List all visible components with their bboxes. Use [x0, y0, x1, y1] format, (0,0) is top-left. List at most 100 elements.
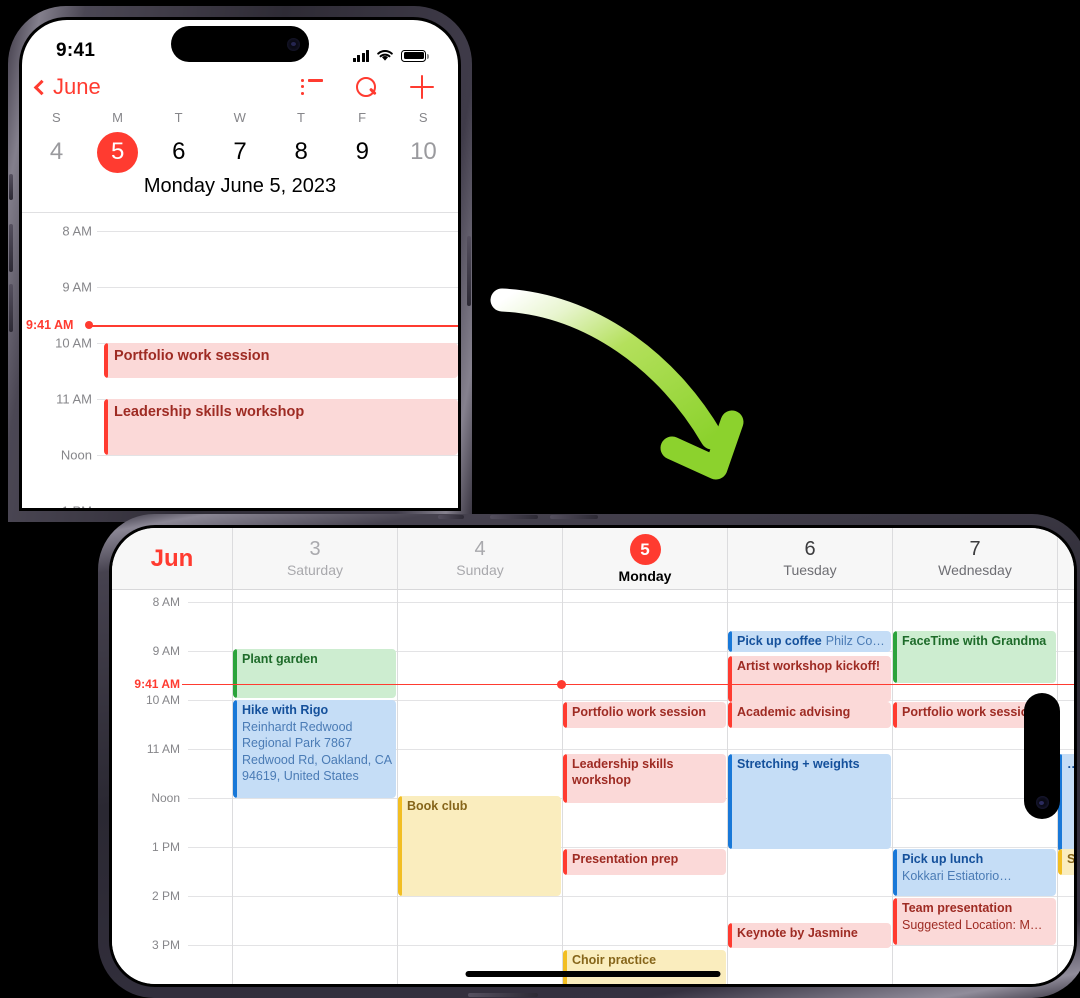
- portrait-inner-bezel: 9:41 June S 4 M 5 T 6 W 7 T 8 F 9 S 10 M…: [19, 17, 461, 511]
- week-day-6[interactable]: T6: [148, 110, 209, 173]
- plus-icon[interactable]: [410, 75, 434, 99]
- calendar-event[interactable]: Keynote by Jasmine: [728, 922, 891, 949]
- calendar-event[interactable]: Team presentation Suggested Location: M…: [893, 898, 1056, 945]
- calendar-event[interactable]: Portfolio work session: [104, 343, 458, 378]
- week-day-9[interactable]: F9: [332, 110, 393, 173]
- hour-label: 9 AM: [62, 279, 92, 295]
- day-name: Tuesday: [783, 562, 837, 578]
- event-color-bar: [728, 631, 732, 652]
- column-separator: [397, 590, 398, 984]
- landscape-week-calendar: Jun 3 Saturday 4 Sunday 5 Monday 6 Tuesday 7 Wedne…: [112, 528, 1074, 984]
- event-title: Keynote by Jasmine: [737, 925, 858, 940]
- calendar-event[interactable]: Presentation prep: [563, 849, 726, 875]
- day-column-header-6[interactable]: 6 Tuesday: [727, 528, 892, 589]
- back-to-june-button[interactable]: June: [33, 74, 101, 100]
- hour-label: 10 AM: [145, 693, 180, 707]
- event-color-bar: [728, 702, 732, 728]
- search-icon[interactable]: [356, 76, 377, 98]
- silent-switch-landscape[interactable]: [438, 515, 464, 519]
- hour-line: [188, 602, 1074, 603]
- volume-down-button-landscape[interactable]: [550, 515, 598, 519]
- week-day-number: 10: [410, 138, 437, 165]
- event-color-bar: [563, 753, 567, 803]
- calendar-event[interactable]: Choir practice: [563, 949, 726, 984]
- event-title: Leadership skills workshop: [572, 756, 674, 788]
- day-number: 6: [804, 538, 816, 560]
- curved-green-arrow: [480, 270, 800, 540]
- hour-label: Noon: [60, 447, 92, 463]
- portrait-day-grid[interactable]: 8 AM9 AM10 AM11 AMNoon1 PM2 PM3 PM4 PM5 …: [22, 213, 458, 508]
- day-number: 3: [309, 538, 321, 560]
- event-color-bar: [893, 898, 897, 945]
- calendar-event[interactable]: Academic advising: [728, 702, 891, 728]
- week-day-10[interactable]: S 10: [393, 110, 454, 173]
- event-title: Choir practice: [572, 952, 657, 967]
- calendar-event[interactable]: Book club: [398, 795, 561, 896]
- week-day-letter: S: [418, 110, 428, 125]
- side-button[interactable]: [467, 236, 471, 306]
- event-title: Plant garden: [242, 651, 318, 666]
- hour-label: 11 AM: [56, 391, 92, 407]
- event-title: Book club: [407, 798, 468, 813]
- screenshot-stage: 9:41 June S 4 M 5 T 6 W 7 T 8 F 9 S 10 M…: [0, 0, 1080, 998]
- day-column-header-4[interactable]: 4 Sunday: [397, 528, 562, 589]
- calendar-event[interactable]: …hin: [1058, 753, 1074, 852]
- week-day-number: 7: [233, 138, 247, 165]
- day-name: Sunday: [456, 562, 504, 578]
- volume-up-button-landscape[interactable]: [490, 515, 538, 519]
- event-color-bar: [728, 753, 732, 850]
- volume-down-button[interactable]: [9, 284, 13, 332]
- event-color-bar: [728, 655, 732, 703]
- month-label-cell[interactable]: Jun: [112, 528, 232, 589]
- event-color-bar: [893, 702, 897, 728]
- calendar-event[interactable]: Pick up coffee Philz Co…: [728, 631, 891, 652]
- calendar-event[interactable]: Portfolio work session: [563, 702, 726, 728]
- day-column-header-5[interactable]: 5 Monday: [562, 528, 727, 589]
- calendar-event[interactable]: Stretching + weights: [728, 753, 891, 850]
- event-subtitle: Suggested Location: M…: [902, 917, 1043, 932]
- week-day-5[interactable]: M5: [87, 110, 148, 173]
- week-day-8[interactable]: T8: [271, 110, 332, 173]
- event-color-bar: [104, 343, 108, 378]
- calendar-event[interactable]: Student: [1058, 849, 1074, 875]
- day-number: 5: [629, 533, 661, 565]
- week-day-4[interactable]: S4: [26, 110, 87, 173]
- event-title: Hike with Rigo: [242, 703, 329, 717]
- event-title: Portfolio work session: [572, 705, 707, 720]
- side-button-landscape[interactable]: [468, 993, 538, 997]
- portrait-phone-frame: 9:41 June S 4 M 5 T 6 W 7 T 8 F 9 S 10 M…: [8, 6, 472, 522]
- day-name: Wednesday: [938, 562, 1012, 578]
- calendar-event[interactable]: Plant garden: [233, 648, 396, 698]
- landscape-time-grid[interactable]: 8 AM 9 AM 10 AM 11 AM Noon 1 PM 2 PM 3 PM 9:41 A…: [112, 590, 1074, 984]
- hour-line: [97, 287, 458, 288]
- event-color-bar: [728, 922, 732, 949]
- hour-label: 9 AM: [152, 644, 180, 658]
- current-time-label: 9:41 AM: [26, 318, 74, 333]
- calendar-event[interactable]: Hike with Rigo Reinhardt Redwood Regional…: [233, 700, 396, 798]
- event-color-bar: [893, 849, 897, 896]
- front-camera-icon-landscape: [1035, 796, 1049, 809]
- calendar-event[interactable]: Pick up lunch Kokkari Estiatorio…: [893, 849, 1056, 896]
- week-day-7[interactable]: W7: [209, 110, 270, 173]
- event-subtitle: Philz Co…: [825, 634, 885, 649]
- day-column-header-7[interactable]: 7 Wednesday: [892, 528, 1057, 589]
- event-subtitle: Reinhardt Redwood Regional Park 7867 Red…: [242, 719, 392, 784]
- silent-switch[interactable]: [9, 174, 13, 200]
- calendar-event[interactable]: Artist workshop kickoff!: [728, 655, 891, 703]
- hour-label: 11 AM: [146, 742, 180, 756]
- landscape-screen: Jun 3 Saturday 4 Sunday 5 Monday 6 Tuesday 7 Wedne…: [112, 528, 1074, 984]
- calendar-event[interactable]: Leadership skills workshop: [563, 753, 726, 803]
- calendar-event[interactable]: FaceTime with Grandma: [893, 631, 1056, 683]
- front-camera-icon: [287, 37, 300, 51]
- month-label: Jun: [150, 544, 194, 572]
- list-view-icon[interactable]: [301, 79, 323, 95]
- day-name: Saturday: [286, 562, 344, 578]
- day-column-header-8[interactable]: 8T: [1057, 528, 1074, 589]
- home-indicator[interactable]: [465, 971, 721, 977]
- calendar-event[interactable]: Leadership skills workshop: [104, 399, 458, 455]
- hour-line: [188, 945, 1074, 946]
- hour-line: [188, 896, 1074, 897]
- cellular-signal-icon: [352, 50, 369, 62]
- volume-up-button[interactable]: [9, 224, 13, 272]
- day-column-header-3[interactable]: 3 Saturday: [232, 528, 397, 589]
